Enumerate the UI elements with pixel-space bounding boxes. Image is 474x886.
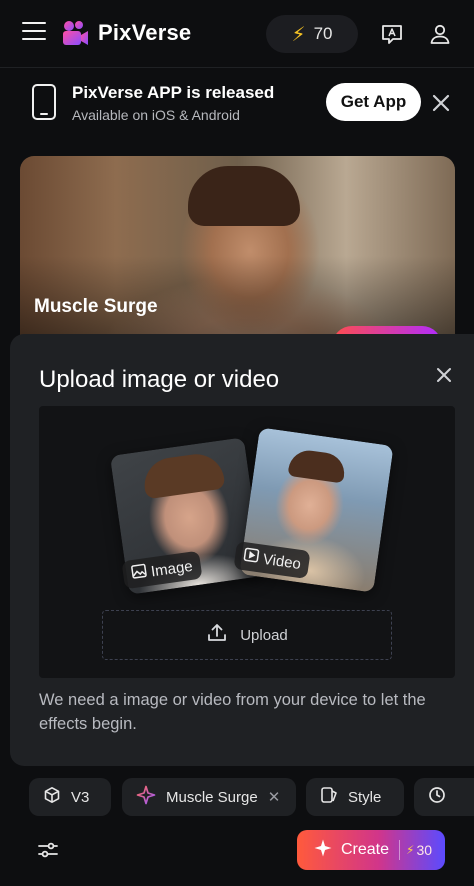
video-icon — [242, 546, 261, 568]
modal-title: Upload image or video — [39, 366, 280, 393]
feedback-icon[interactable] — [380, 22, 404, 46]
banner-title: PixVerse APP is released — [72, 83, 275, 102]
effect-hero-card[interactable]: Muscle Surge — [20, 156, 455, 356]
model-version-chip[interactable]: V3 — [29, 778, 111, 816]
logo-text: PixVerse — [98, 20, 192, 45]
video-chip-label: Video — [261, 550, 302, 573]
create-cost-value: 30 — [416, 842, 433, 858]
upload-button[interactable]: Upload — [102, 610, 392, 660]
remove-effect-icon[interactable]: ✕ — [268, 788, 281, 806]
sparkle-icon — [313, 838, 333, 863]
credits-count: 70 — [313, 24, 333, 43]
model-version-label: V3 — [71, 788, 90, 806]
cube-icon — [43, 786, 61, 808]
create-cost: ⚡ 30 — [406, 842, 432, 858]
hero-title: Muscle Surge — [34, 296, 158, 317]
effect-label: Muscle Surge — [166, 788, 258, 806]
lightning-icon: ⚡ — [406, 843, 415, 857]
user-icon[interactable] — [428, 22, 452, 46]
style-label: Style — [348, 788, 382, 806]
upload-modal: Upload image or video Image Video Upload… — [10, 334, 474, 766]
create-button[interactable]: Create ⚡ 30 — [297, 830, 445, 870]
lightning-icon: ⚡ — [291, 23, 306, 46]
logo[interactable]: PixVerse — [60, 18, 191, 48]
clock-icon — [428, 786, 446, 808]
image-icon — [130, 562, 149, 584]
style-icon — [320, 786, 338, 808]
hero-image — [188, 166, 300, 226]
app-release-banner: PixVerse APP is released Available on iO… — [0, 69, 474, 137]
pixverse-logo-icon — [60, 18, 90, 48]
menu-icon[interactable] — [22, 22, 46, 44]
upload-label: Upload — [240, 626, 288, 644]
option-chips-row: V3 Muscle Surge ✕ Style — [0, 778, 474, 818]
upload-icon — [206, 622, 228, 648]
close-banner-icon[interactable] — [431, 93, 451, 113]
image-chip-label: Image — [149, 557, 194, 580]
upload-dropzone[interactable]: Image Video Upload — [39, 406, 455, 678]
close-modal-icon[interactable] — [434, 365, 454, 385]
modal-description: We need a image or video from your devic… — [39, 691, 426, 733]
get-app-button[interactable]: Get App — [326, 83, 421, 121]
sparkle-icon — [136, 785, 156, 809]
phone-icon — [30, 83, 58, 121]
duration-chip[interactable] — [414, 778, 474, 816]
effect-chip[interactable]: Muscle Surge ✕ — [122, 778, 296, 816]
banner-subtitle: Available on iOS & Android — [72, 107, 240, 123]
create-label: Create — [341, 841, 390, 858]
credits-badge[interactable]: ⚡ 70 — [266, 15, 358, 53]
settings-sliders-icon[interactable] — [36, 838, 60, 862]
top-header: PixVerse ⚡ 70 — [0, 0, 474, 68]
style-chip[interactable]: Style — [306, 778, 404, 816]
